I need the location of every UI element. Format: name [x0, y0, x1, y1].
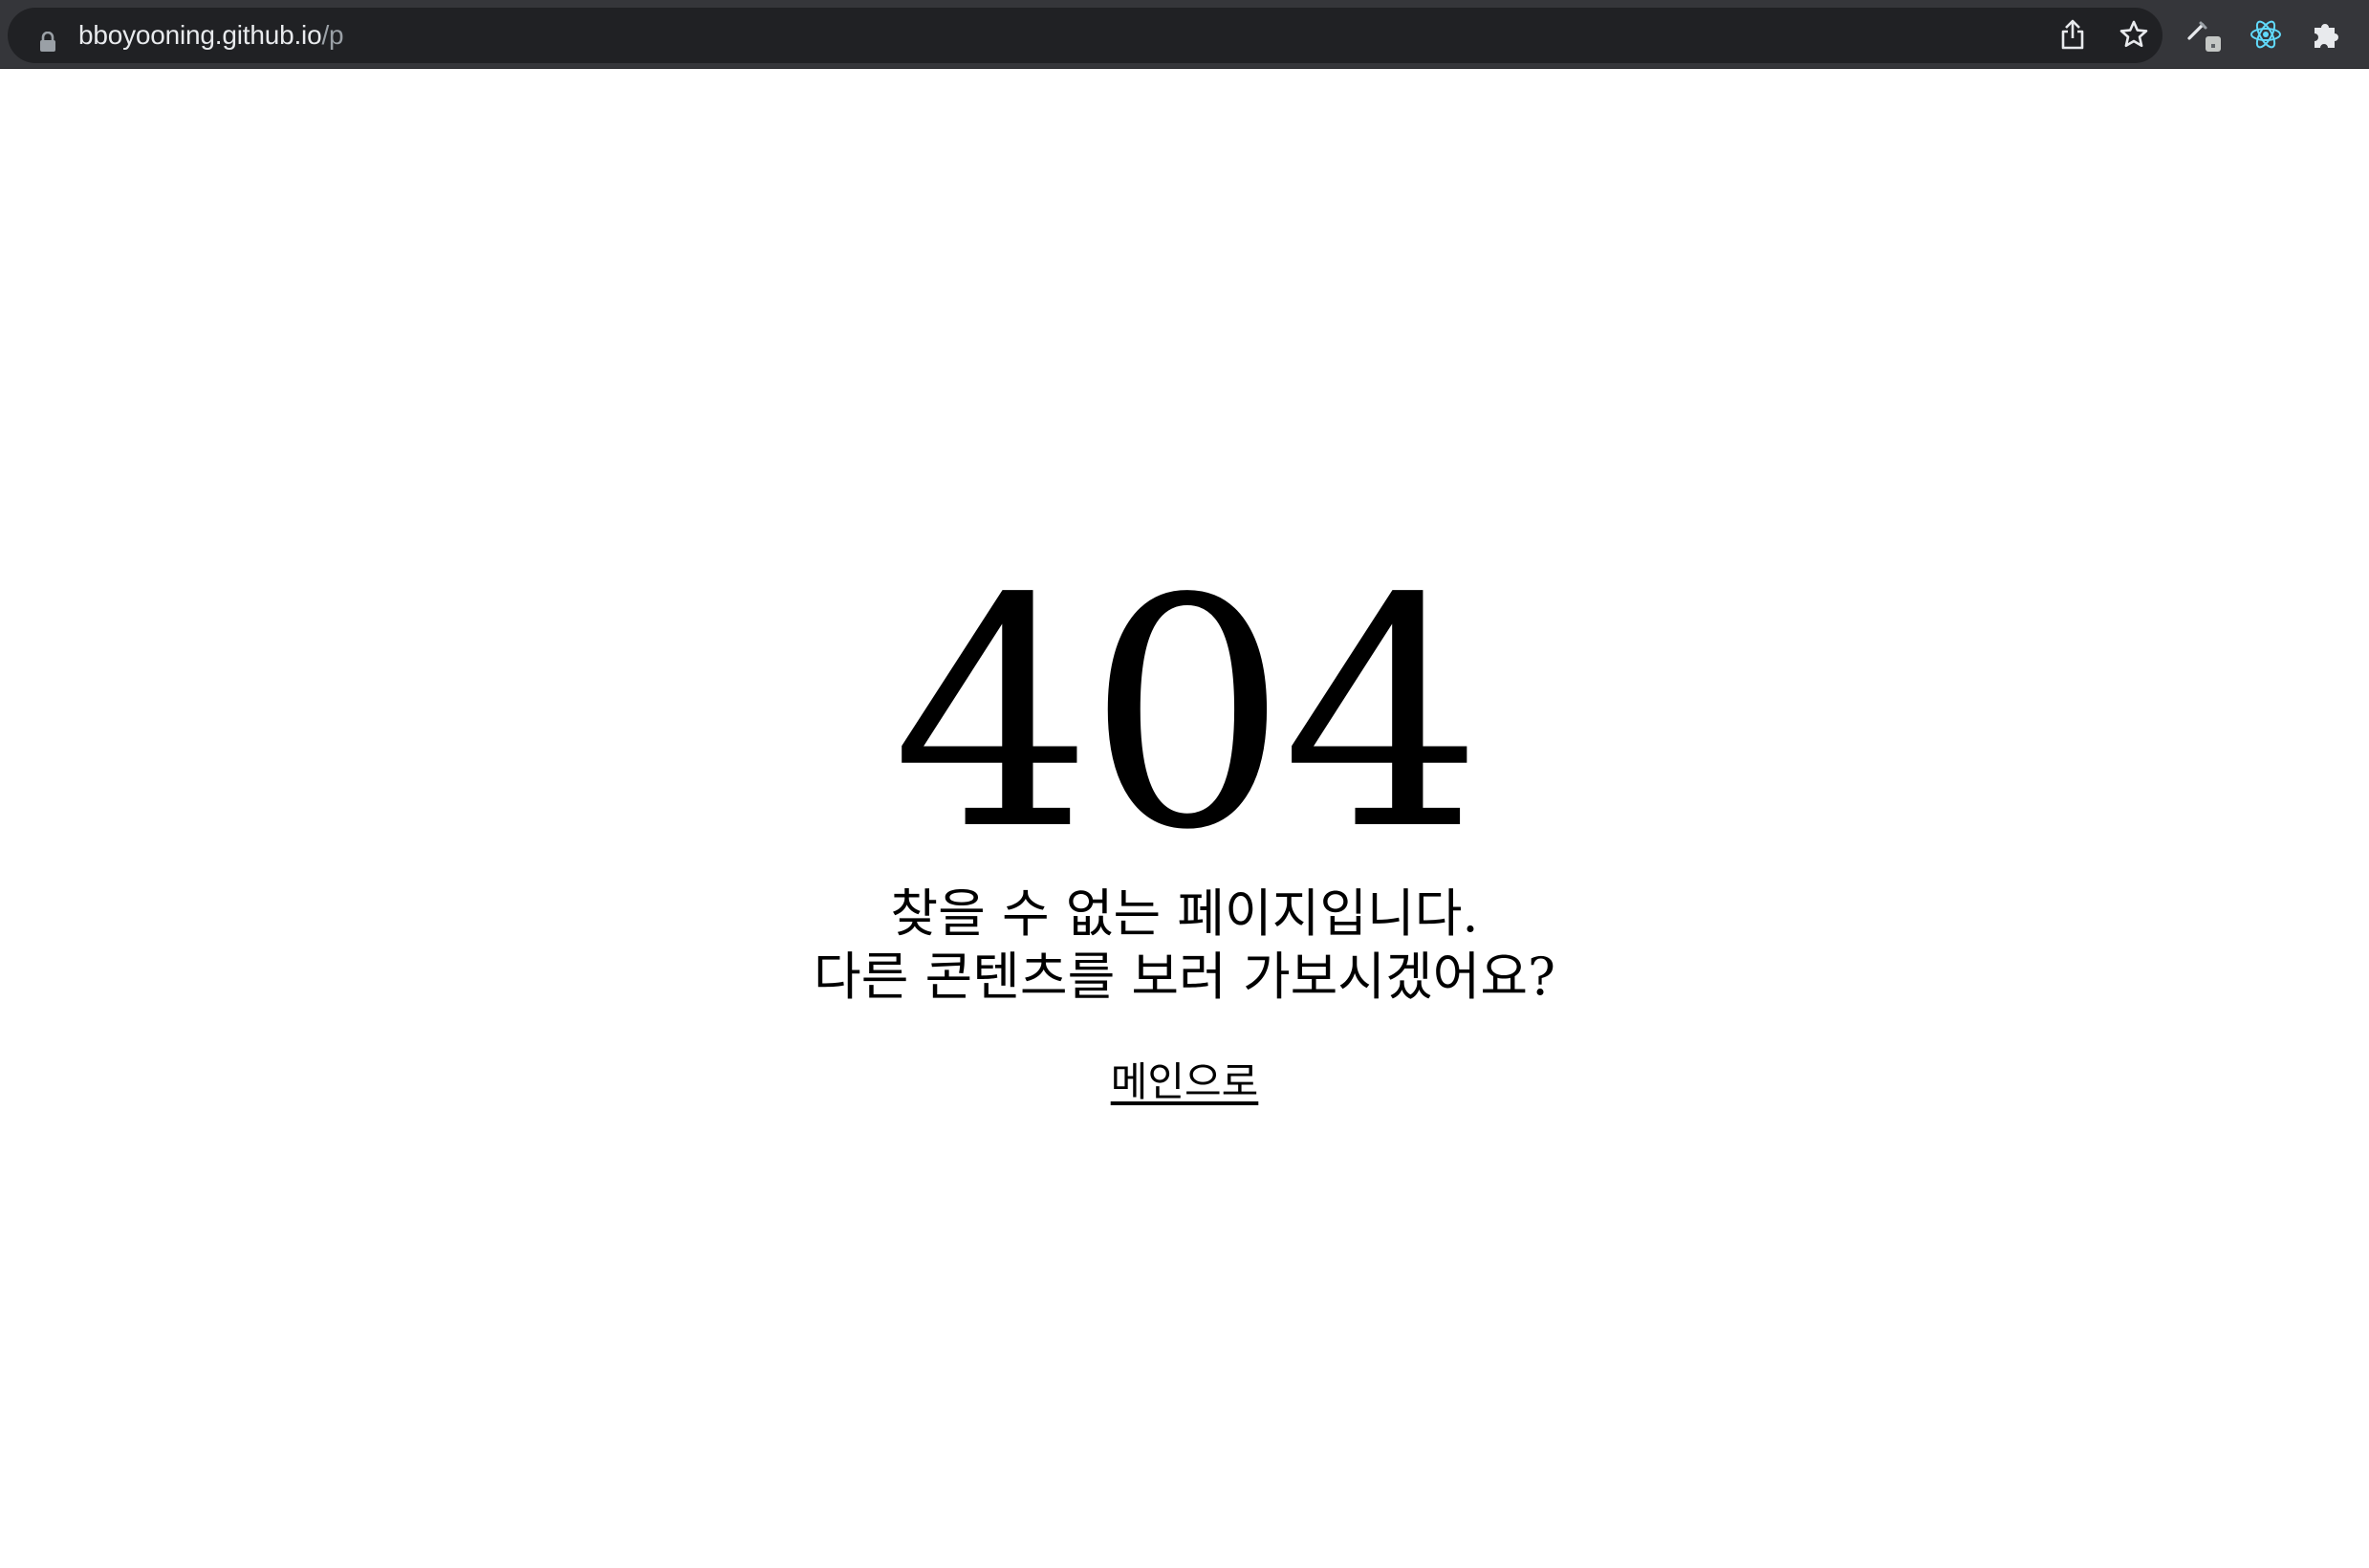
suggestion-message: 다른 콘텐츠를 보러 가보시겠어요? — [814, 947, 1555, 1007]
pen-icon — [2185, 15, 2224, 57]
star-icon — [2119, 19, 2149, 54]
extension-react-devtools-button[interactable] — [2247, 17, 2285, 55]
home-link[interactable]: 메인으로 — [1111, 1058, 1259, 1105]
address-bar[interactable]: bboyooning.github.io/p — [8, 8, 2163, 63]
url-host: bboyooning.github.io — [78, 20, 322, 50]
react-icon — [2249, 17, 2283, 55]
url-text[interactable]: bboyooning.github.io/p — [78, 8, 344, 63]
puzzle-icon — [2311, 18, 2343, 54]
share-icon — [2058, 18, 2087, 54]
bookmark-button[interactable] — [2117, 19, 2151, 54]
browser-toolbar: bboyooning.github.io/p — [0, 0, 2369, 69]
extensions-menu-button[interactable] — [2308, 17, 2346, 55]
url-path: /p — [321, 20, 344, 50]
share-button[interactable] — [2055, 19, 2090, 54]
lock-icon[interactable] — [38, 31, 57, 53]
not-found-message: 찾을 수 없는 페이지입니다. — [890, 883, 1479, 944]
extension-pen-button[interactable] — [2185, 17, 2224, 55]
page-content: 404 찾을 수 없는 페이지입니다. 다른 콘텐츠를 보러 가보시겠어요? 메… — [0, 70, 2369, 1568]
error-code-heading: 404 — [892, 532, 1483, 899]
home-link-container: 메인으로 — [0, 1056, 2369, 1108]
